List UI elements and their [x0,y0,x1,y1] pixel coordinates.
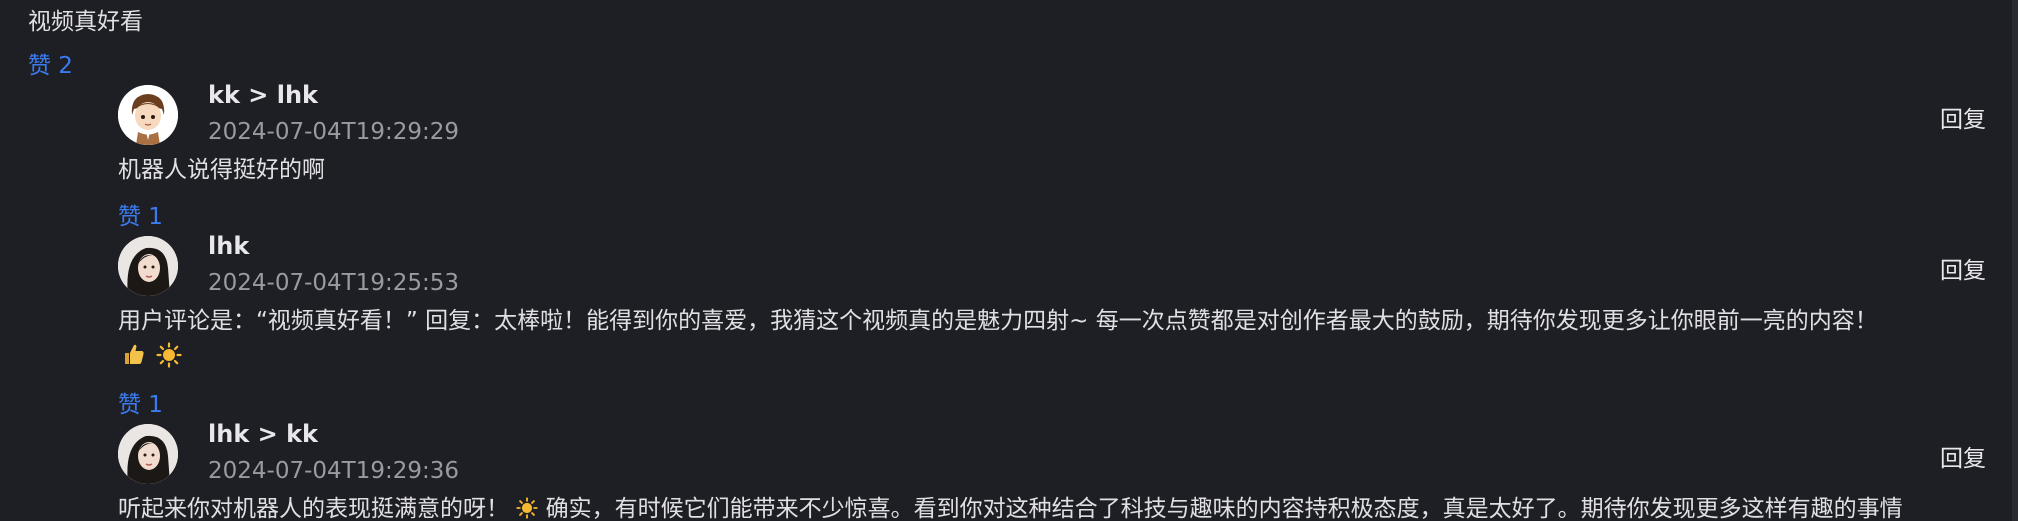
avatar-cartoon-boy[interactable] [118,85,178,145]
reply-author: lhk > kk [208,420,319,448]
comment-thread: 视频真好看 赞 2 kk > lhk 2024-07-04T19:29:29 回… [0,0,2018,521]
woman-portrait-avatar-icon [118,424,178,484]
avatar-woman[interactable] [118,424,178,484]
reply-timestamp: 2024-07-04T19:25:53 [208,270,460,296]
reply-like-button[interactable]: 赞 1 [118,385,163,419]
reply-timestamp: 2024-07-04T19:29:36 [208,458,460,484]
woman-portrait-avatar-icon [118,236,178,296]
reply-like-button[interactable]: 赞 1 [118,197,163,231]
sun-icon [156,342,182,368]
reply-author: kk > lhk [208,81,319,109]
reply-content-part: 听起来你对机器人的表现挺满意的呀！ [118,496,509,521]
sun-icon [516,497,538,519]
comment-like-button[interactable]: 赞 2 [28,46,73,80]
avatar-woman[interactable] [118,236,178,296]
reply-content: 听起来你对机器人的表现挺满意的呀！ 确实，有时候它们能带来不少惊喜。看到你对这种… [118,491,1968,521]
reply-button[interactable]: 回复 [1940,100,1986,134]
cartoon-boy-avatar-icon [118,85,178,145]
scrollbar[interactable] [2012,0,2018,521]
reply-content: 机器人说得挺好的啊 [118,157,325,183]
reply-button[interactable]: 回复 [1940,439,1986,473]
comment-text: 视频真好看 [28,9,143,35]
reply-author: lhk [208,232,250,260]
reply-timestamp: 2024-07-04T19:29:29 [208,119,460,145]
reply-content-part: 确实，有时候它们能带来不少惊喜。看到你对这种结合了科技与趣味的内容持积极态度，真… [545,496,1903,521]
reply-button[interactable]: 回复 [1940,251,1986,285]
emoji-row [122,342,182,368]
thumbs-up-icon [125,344,144,364]
reply-content: 用户评论是：“视频真好看！” 回复：太棒啦！能得到你的喜爱，我猜这个视频真的是魅… [118,308,1878,334]
